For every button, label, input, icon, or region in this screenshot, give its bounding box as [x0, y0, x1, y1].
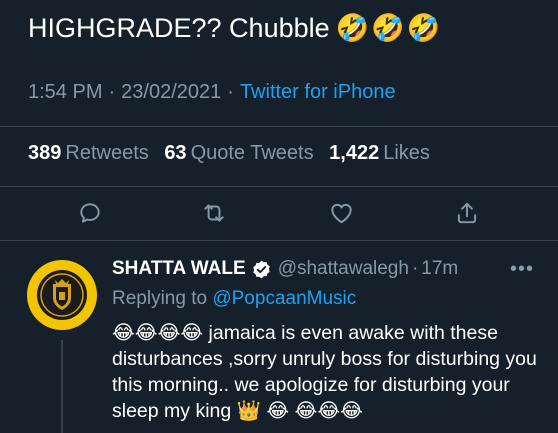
more-options-icon[interactable]: •••	[510, 258, 534, 281]
likes-stat[interactable]: 1,422 Likes	[329, 142, 440, 164]
comment-icon	[80, 203, 100, 223]
retweet-icon	[204, 204, 224, 222]
like-button[interactable]	[326, 198, 356, 228]
quote-tweets-stat[interactable]: 63 Quote Tweets	[164, 142, 323, 164]
crest-logo-icon	[37, 270, 87, 320]
tweet-detail-screen: HIGHGRADE?? Chubble 🤣🤣🤣 1:54 PM · 23/02/202…	[0, 0, 558, 433]
thread-line	[61, 340, 63, 433]
reply-button[interactable]	[75, 198, 105, 228]
divider	[0, 186, 558, 187]
share-icon	[457, 202, 477, 224]
tweet-stats: 389 Retweets 63 Quote Tweets 1,422 Likes	[28, 142, 440, 165]
tweet-action-bar	[0, 190, 558, 236]
tweet-source-link[interactable]: Twitter for iPhone	[240, 81, 396, 103]
verified-badge-icon	[252, 260, 270, 278]
tweet-meta: 1:54 PM · 23/02/2021 · Twitter for iPhone	[28, 81, 396, 103]
reply-header: SHATTA WALE @shattawalegh · 17m	[112, 258, 459, 280]
tweet-time: 1:54 PM	[28, 81, 103, 103]
divider	[0, 240, 558, 241]
retweets-stat[interactable]: 389 Retweets	[28, 142, 159, 164]
reply-author-name[interactable]: SHATTA WALE	[112, 258, 246, 280]
tweet-date: 23/02/2021	[121, 81, 222, 103]
retweet-button[interactable]	[199, 198, 229, 228]
replying-to-mention[interactable]: @PopcaanMusic	[212, 288, 356, 309]
reply-tweet[interactable]: SHATTA WALE @shattawalegh · 17m ••• Repl…	[0, 244, 558, 433]
divider	[0, 126, 558, 127]
avatar[interactable]	[27, 260, 97, 330]
tweet-text-content: HIGHGRADE?? Chubble	[28, 13, 330, 43]
reply-author-handle[interactable]: @shattawalegh	[278, 258, 409, 280]
reply-time: 17m	[421, 258, 459, 279]
share-button[interactable]	[452, 198, 482, 228]
reply-text: 😂😂😂😂 jamaica is even awake with these di…	[112, 322, 537, 422]
replying-to: Replying to @PopcaanMusic	[112, 288, 357, 309]
tweet-text-emojis: 🤣🤣🤣	[335, 13, 443, 43]
tweet-text: HIGHGRADE?? Chubble 🤣🤣🤣	[28, 8, 443, 48]
heart-icon	[330, 203, 352, 224]
